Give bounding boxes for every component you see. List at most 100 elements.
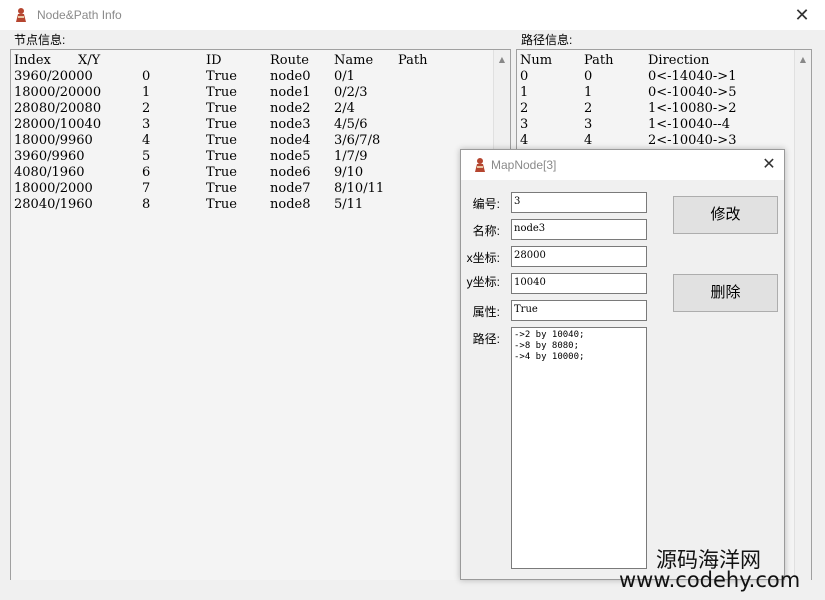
table-cell: 2 [520, 101, 529, 116]
table-cell: True [206, 149, 237, 164]
field-label-y: y坐标: [466, 275, 500, 289]
path-line: ->2 by 10040; [514, 330, 585, 340]
table-cell: 2 [142, 101, 151, 116]
node-list-box[interactable]: Index X/Y ID Route Name Path 3960/20000 0… [10, 49, 511, 587]
table-cell: 3 [584, 117, 593, 132]
table-cell: True [206, 85, 237, 100]
table-cell: 28000/10040 [14, 117, 102, 132]
table-cell: 4080/1960 [14, 165, 85, 180]
table-cell: 3 [142, 117, 151, 132]
table-cell: 4 [584, 133, 593, 148]
x-coordinate-field[interactable]: 28000 [511, 246, 647, 267]
field-label-path: 路径: [472, 332, 500, 346]
table-cell: True [206, 197, 237, 212]
field-label-number: 编号: [472, 197, 500, 211]
table-cell: 4 [520, 133, 529, 148]
path-list-scrollbar[interactable]: ▲ [794, 50, 811, 586]
path-line: ->8 by 8080; [514, 341, 580, 351]
name-field[interactable]: node3 [511, 219, 647, 240]
header-num: Num [520, 53, 553, 68]
number-field[interactable]: 3 [511, 192, 647, 213]
table-cell: 0 [520, 69, 529, 84]
table-cell: node6 [270, 165, 311, 180]
table-cell: 28040/1960 [14, 197, 93, 212]
table-cell: 18000/2000 [14, 181, 93, 196]
table-cell: 1 [142, 85, 151, 100]
table-cell: 0 [142, 69, 151, 84]
header-xy: X/Y [78, 53, 101, 68]
main-window-titlebar: Node&Path Info ✕ [0, 0, 825, 30]
path-line: ->4 by 10000; [514, 352, 585, 362]
table-cell: 7 [142, 181, 151, 196]
table-cell: 6 [142, 165, 151, 180]
header-path: Path [398, 53, 428, 68]
table-cell: node5 [270, 149, 311, 164]
table-cell: 3960/20000 [14, 69, 93, 84]
table-cell: 0/1 [334, 69, 355, 84]
table-cell: 3/6/7/8 [334, 133, 381, 148]
table-cell: 4 [142, 133, 151, 148]
table-cell: 1/7/9 [334, 149, 368, 164]
main-close-button[interactable]: ✕ [787, 2, 817, 28]
table-cell: True [206, 117, 237, 132]
table-cell: True [206, 181, 237, 196]
y-coordinate-field[interactable]: 10040 [511, 273, 647, 294]
table-cell: 18000/9960 [14, 133, 93, 148]
watermark-url: www.codehy.com [619, 568, 801, 592]
table-cell: 1<-10040--4 [648, 117, 730, 132]
field-label-x: x坐标: [466, 251, 500, 265]
header-index: Index [14, 53, 51, 68]
table-cell: 1 [520, 85, 529, 100]
table-cell: node7 [270, 181, 311, 196]
node-info-label: 节点信息: [14, 33, 66, 47]
table-cell: True [206, 165, 237, 180]
dialog-titlebar: MapNode[3] ✕ [461, 150, 784, 180]
table-cell: node4 [270, 133, 311, 148]
delete-button[interactable]: 删除 [673, 274, 778, 312]
modify-button[interactable]: 修改 [673, 196, 778, 234]
table-cell: 8 [142, 197, 151, 212]
table-cell: node0 [270, 69, 311, 84]
table-cell: node8 [270, 197, 311, 212]
header-route: Route [270, 53, 309, 68]
table-cell: 1<-10080->2 [648, 101, 737, 116]
app-logo-icon [475, 158, 485, 172]
table-cell: 0<-10040->5 [648, 85, 737, 100]
table-cell: 4/5/6 [334, 117, 368, 132]
table-cell: node1 [270, 85, 311, 100]
attribute-field[interactable]: True [511, 300, 647, 321]
table-cell: True [206, 133, 237, 148]
dialog-title: MapNode[3] [491, 158, 557, 172]
table-cell: 3960/9960 [14, 149, 85, 164]
table-cell: 2/4 [334, 101, 355, 116]
app-logo-icon [16, 8, 26, 22]
table-cell: node3 [270, 117, 311, 132]
table-cell: 28080/20080 [14, 101, 102, 116]
path-info-label: 路径信息: [521, 33, 573, 47]
table-cell: 3 [520, 117, 529, 132]
table-cell: True [206, 101, 237, 116]
header-id: ID [206, 53, 222, 68]
table-cell: 2 [584, 101, 593, 116]
header-direction: Direction [648, 53, 710, 68]
table-cell: 18000/20000 [14, 85, 102, 100]
main-window-title: Node&Path Info [37, 8, 122, 22]
scroll-up-icon[interactable]: ▲ [795, 52, 811, 68]
table-cell: 0 [584, 69, 593, 84]
path-textarea[interactable]: ->2 by 10040; ->8 by 8080; ->4 by 10000; [511, 327, 647, 569]
field-label-attribute: 属性: [472, 305, 500, 319]
table-cell: 2<-10040->3 [648, 133, 737, 148]
scroll-up-icon[interactable]: ▲ [494, 52, 510, 68]
table-cell: 8/10/11 [334, 181, 385, 196]
table-cell: 0/2/3 [334, 85, 368, 100]
table-cell: 0<-14040->1 [648, 69, 737, 84]
header-path-col: Path [584, 53, 614, 68]
table-cell: True [206, 69, 237, 84]
table-cell: node2 [270, 101, 311, 116]
header-name: Name [334, 53, 374, 68]
table-cell: 1 [584, 85, 593, 100]
table-cell: 5 [142, 149, 151, 164]
dialog-close-button[interactable]: ✕ [754, 152, 784, 178]
field-label-name: 名称: [472, 224, 500, 238]
table-cell: 9/10 [334, 165, 364, 180]
